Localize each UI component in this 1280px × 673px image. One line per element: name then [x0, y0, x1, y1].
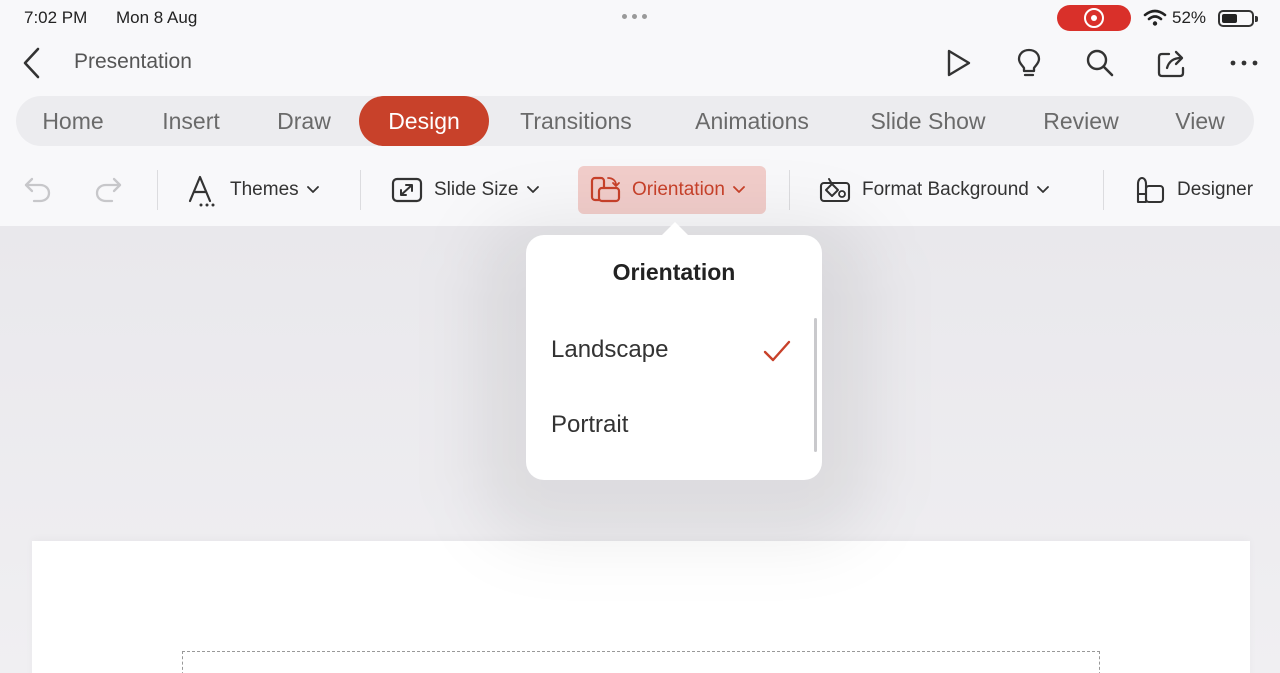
- designer-label: Designer: [1177, 179, 1254, 200]
- chevron-down-icon: [1036, 186, 1049, 193]
- slide-size-label: Slide Size: [434, 179, 519, 200]
- popover-arrow: [661, 222, 689, 236]
- themes-label: Themes: [230, 179, 299, 200]
- status-bar: 7:02 PM Mon 8 Aug 52%: [0, 0, 1280, 36]
- designer-button[interactable]: Designer: [1133, 166, 1253, 214]
- slide-size-button[interactable]: Slide Size: [390, 166, 539, 214]
- tab-view[interactable]: View: [1158, 96, 1242, 146]
- checkmark-icon: [763, 340, 791, 362]
- orientation-option-landscape[interactable]: Landscape: [551, 336, 668, 364]
- document-title[interactable]: Presentation: [74, 50, 192, 74]
- tab-review[interactable]: Review: [1030, 96, 1132, 146]
- orientation-button[interactable]: Orientation: [578, 166, 766, 214]
- battery-percent: 52%: [1172, 8, 1207, 27]
- tab-insert[interactable]: Insert: [144, 96, 238, 146]
- popover-scrollbar[interactable]: [814, 318, 817, 452]
- play-icon[interactable]: [941, 46, 975, 80]
- back-chevron-icon[interactable]: [18, 46, 46, 80]
- status-time: 7:02 PM: [24, 8, 88, 27]
- undo-icon[interactable]: [22, 175, 54, 205]
- format-background-label: Format Background: [862, 179, 1029, 200]
- tab-design[interactable]: Design: [359, 96, 489, 146]
- title-placeholder[interactable]: [182, 651, 1100, 673]
- themes-button[interactable]: Themes: [186, 166, 319, 214]
- status-date: Mon 8 Aug: [116, 8, 198, 27]
- chevron-down-icon: [733, 186, 745, 193]
- popover-title: Orientation: [612, 259, 736, 285]
- orientation-option-portrait[interactable]: Portrait: [551, 411, 628, 439]
- format-background-button[interactable]: Format Background: [818, 166, 1049, 214]
- chevron-down-icon: [306, 186, 319, 193]
- screen-recording-indicator[interactable]: [1057, 5, 1131, 31]
- orientation-icon: [590, 176, 621, 203]
- themes-icon: [188, 175, 215, 207]
- share-icon[interactable]: [1155, 46, 1189, 80]
- record-icon: [1084, 8, 1104, 28]
- tab-transitions[interactable]: Transitions: [502, 96, 650, 146]
- search-icon[interactable]: [1083, 46, 1117, 80]
- powerpoint-window: 7:02 PM Mon 8 Aug 52% Presentation Home …: [0, 0, 1280, 673]
- tab-draw[interactable]: Draw: [260, 96, 348, 146]
- redo-icon[interactable]: [92, 175, 124, 205]
- tab-slide-show[interactable]: Slide Show: [852, 96, 1004, 146]
- orientation-label: Orientation: [632, 179, 725, 200]
- more-options-icon[interactable]: [1227, 46, 1261, 80]
- designer-icon: [1136, 176, 1165, 204]
- wifi-icon: [1143, 9, 1167, 26]
- battery-icon: [1218, 10, 1258, 27]
- chevron-down-icon: [526, 186, 539, 193]
- lightbulb-icon[interactable]: [1012, 46, 1046, 80]
- multitasking-dots-icon[interactable]: [622, 14, 647, 19]
- format-background-icon: [819, 178, 851, 203]
- tab-home[interactable]: Home: [24, 96, 122, 146]
- tab-animations[interactable]: Animations: [676, 96, 828, 146]
- title-bar: Presentation: [0, 36, 1280, 92]
- slide-size-icon: [391, 177, 423, 203]
